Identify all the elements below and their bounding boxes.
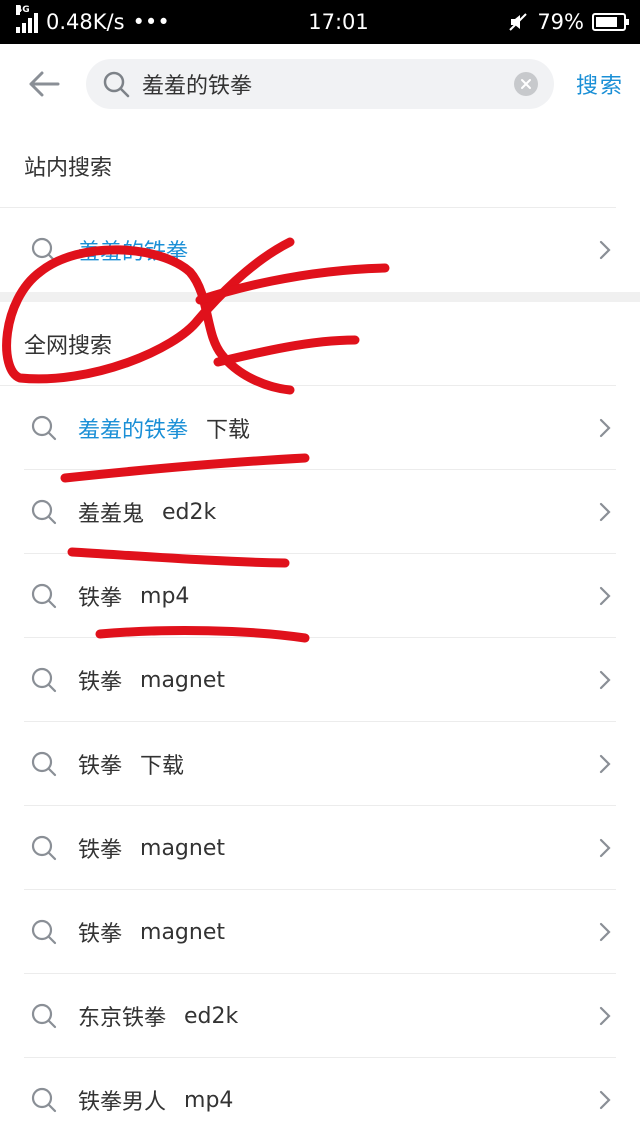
- suggestion-suffix: mp4: [140, 583, 190, 609]
- search-icon: [31, 835, 57, 861]
- suggestion-keyword: 东京铁拳: [78, 1006, 167, 1031]
- chevron-right-icon: [599, 1090, 611, 1110]
- web-search-title: 全网搜索: [0, 302, 616, 386]
- search-icon: [31, 237, 57, 263]
- chevron-right-icon: [599, 502, 611, 522]
- suggestion-keyword: 铁拳: [78, 670, 123, 695]
- web-search-item[interactable]: 铁拳 magnet: [0, 806, 640, 890]
- clock: 17:01: [308, 10, 369, 34]
- suggestion-suffix: magnet: [140, 835, 225, 861]
- web-search-item[interactable]: 铁拳 magnet: [0, 890, 640, 974]
- web-search-item[interactable]: 羞羞鬼 ed2k: [0, 470, 640, 554]
- mute-icon: [509, 13, 528, 31]
- web-search-item[interactable]: 铁拳 mp4: [0, 554, 640, 638]
- suggestion-keyword: 铁拳男人: [78, 1090, 167, 1115]
- chevron-right-icon: [599, 418, 611, 438]
- suggestion-suffix: magnet: [140, 919, 225, 945]
- search-icon: [31, 667, 57, 693]
- suggestion-suffix: mp4: [184, 1087, 234, 1113]
- search-icon: [31, 1087, 57, 1113]
- search-icon: [31, 499, 57, 525]
- status-bar: 4G 0.48K/s ••• 17:01 79%: [0, 0, 640, 44]
- suggestion-suffix: ed2k: [162, 499, 217, 525]
- web-search-item[interactable]: 铁拳 下载: [0, 722, 640, 806]
- chevron-right-icon: [599, 240, 611, 260]
- search-button[interactable]: 搜索: [576, 68, 624, 100]
- search-box: [86, 59, 554, 109]
- signal-icon: 4G: [16, 5, 38, 33]
- more-dots: •••: [132, 10, 170, 34]
- search-icon: [31, 919, 57, 945]
- search-icon: [31, 583, 57, 609]
- suggestion-suffix: ed2k: [184, 1003, 239, 1029]
- search-icon: [31, 415, 57, 441]
- close-icon: [520, 79, 531, 89]
- suggestion-suffix: 下载: [140, 754, 185, 779]
- back-arrow-icon: [29, 71, 60, 97]
- web-search-list: 羞羞的铁拳 下载 羞羞鬼 ed2k 铁拳 mp4 铁拳 magnet 铁拳 下载 铁拳 magnet 铁…: [0, 386, 640, 1138]
- battery-icon: [592, 13, 629, 31]
- suggestion-keyword: 铁拳: [78, 838, 123, 863]
- web-search-item[interactable]: 羞羞的铁拳 下载: [0, 386, 640, 470]
- back-button[interactable]: [24, 64, 64, 104]
- search-header: 搜索: [0, 44, 640, 124]
- site-search-title: 站内搜索: [0, 124, 616, 208]
- web-search-item[interactable]: 铁拳 magnet: [0, 638, 640, 722]
- chevron-right-icon: [599, 838, 611, 858]
- web-search-item[interactable]: 铁拳男人 mp4: [0, 1058, 640, 1138]
- search-icon: [103, 71, 130, 98]
- section-divider: [0, 292, 640, 302]
- chevron-right-icon: [599, 922, 611, 942]
- battery-percent: 79%: [537, 10, 584, 34]
- chevron-right-icon: [599, 670, 611, 690]
- search-input[interactable]: [142, 71, 514, 97]
- network-speed: 0.48K/s: [46, 10, 125, 34]
- suggestion-text: 羞羞的铁拳: [78, 240, 189, 265]
- suggestion-keyword: 铁拳: [78, 922, 123, 947]
- clear-button[interactable]: [513, 72, 538, 96]
- suggestion-keyword: 铁拳: [78, 754, 123, 779]
- chevron-right-icon: [599, 586, 611, 606]
- suggestion-suffix: magnet: [140, 667, 225, 693]
- suggestion-keyword: 羞羞的铁拳: [78, 418, 189, 443]
- suggestion-keyword: 铁拳: [78, 586, 123, 611]
- site-search-item[interactable]: 羞羞的铁拳: [0, 208, 640, 292]
- chevron-right-icon: [599, 754, 611, 774]
- web-search-item[interactable]: 东京铁拳 ed2k: [0, 974, 640, 1058]
- chevron-right-icon: [599, 1006, 611, 1026]
- search-icon: [31, 751, 57, 777]
- search-icon: [31, 1003, 57, 1029]
- suggestion-suffix: 下载: [206, 418, 251, 443]
- suggestion-keyword: 羞羞鬼: [78, 502, 145, 527]
